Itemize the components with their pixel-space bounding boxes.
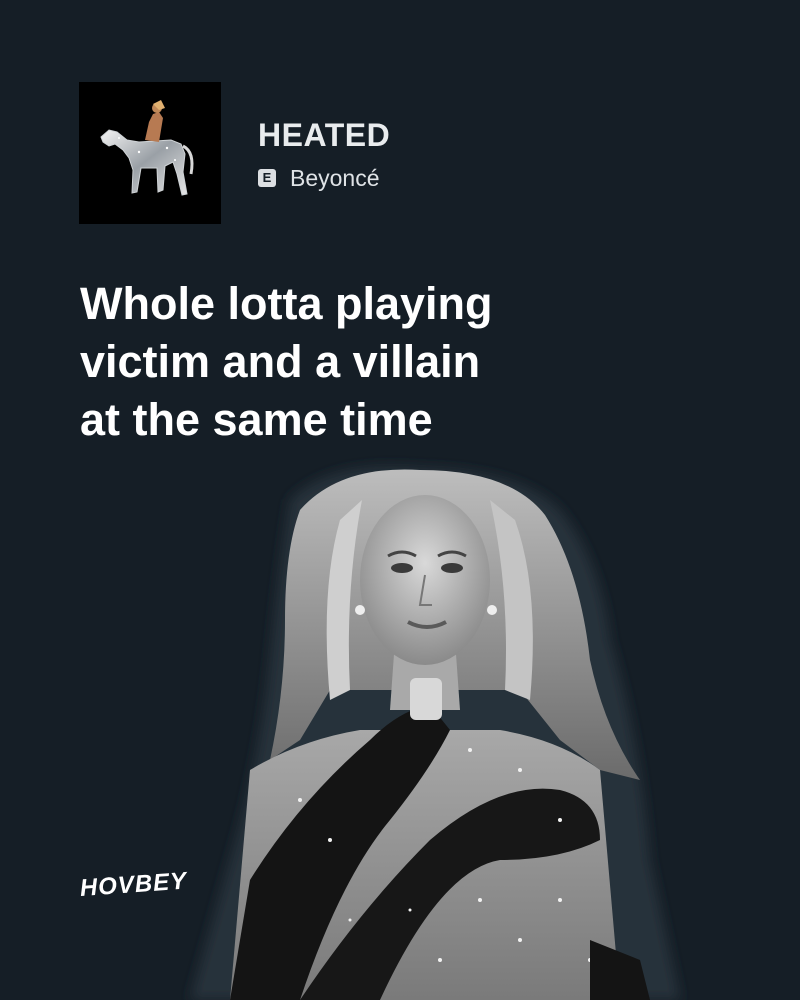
- lyric-quote: Whole lotta playing victim and a villain…: [80, 275, 640, 449]
- song-title: HEATED: [258, 117, 391, 153]
- explicit-badge: E: [258, 169, 276, 187]
- lyric-line: victim and a villain: [80, 336, 481, 387]
- artist-name: Beyoncé: [290, 165, 380, 191]
- lyric-card: HEATED E Beyoncé Whole lotta playing vic…: [0, 0, 800, 1000]
- lyric-line: Whole lotta playing: [80, 278, 493, 329]
- album-cover-icon: [79, 82, 221, 224]
- performer-photo-icon: [0, 440, 800, 1000]
- artist-row: E Beyoncé: [258, 164, 380, 192]
